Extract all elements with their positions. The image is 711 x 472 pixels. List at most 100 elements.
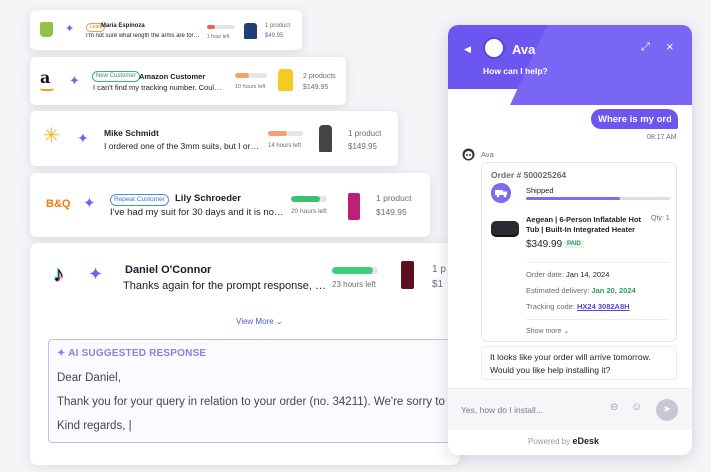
sparkle-icon: ✦ — [88, 264, 104, 284]
sla-bar — [268, 131, 303, 136]
walmart-logo-icon: ✳ — [43, 125, 60, 147]
customer-tag: New Customer — [92, 71, 140, 82]
product-qty: Qty: 1 — [651, 215, 670, 222]
ticket-card-amazon[interactable]: a ✦ New Customer Amazon Customer I can't… — [30, 57, 346, 105]
sla-bar-fill — [332, 267, 374, 274]
customer-name: Amazon Customer — [139, 72, 206, 81]
chevron-down-icon: ⌄ — [275, 317, 283, 326]
order-number: Order # 500025264 — [491, 170, 567, 180]
chat-input-bar: Yes, how do I install... ⊖ ☺ ➤ — [448, 388, 692, 430]
product-count: 1 product — [376, 193, 412, 203]
bq-logo-icon: B&Q — [46, 198, 71, 210]
amazon-logo-icon: a — [40, 68, 51, 87]
chat-input[interactable]: Yes, how do I install... — [461, 405, 543, 415]
customer-tag: Repeat Customer — [110, 194, 169, 206]
order-date-label: Order date: — [526, 270, 564, 279]
ticket-card-maria[interactable]: ✦ Lead Maria Espinoza I'm not sure what … — [30, 10, 302, 50]
sla-bar — [207, 25, 235, 29]
ticket-preview: I ordered one of the 3mm suits, but I or… — [104, 141, 262, 151]
customer-name: Mike Schmidt — [104, 128, 159, 138]
ticket-preview: I've had my suit for 30 days and it is n… — [110, 207, 285, 218]
paid-badge: PAID — [564, 240, 584, 248]
back-icon[interactable]: ◀ — [464, 44, 471, 55]
order-status: Shipped — [526, 186, 554, 195]
send-icon: ➤ — [662, 404, 672, 415]
edesk-logo: eDesk — [572, 436, 600, 446]
tracking-link[interactable]: HX24 3082A8H — [577, 302, 630, 311]
sla-bar — [332, 267, 378, 274]
ticket-card-daniel[interactable]: ♪ ✦ Daniel O'Connor Thanks again for the… — [30, 243, 460, 309]
sla-bar — [235, 73, 267, 78]
wetsuit-product-icon — [319, 125, 332, 152]
sla-bar-fill — [235, 73, 250, 78]
sparkle-icon: ✦ — [65, 23, 75, 35]
divider — [526, 262, 670, 263]
powered-by: Powered by eDesk — [528, 436, 599, 446]
bot-message: It looks like your order will arrive tom… — [481, 346, 677, 380]
product-count: 1 p — [432, 264, 446, 275]
product-name: Aegean | 6-Person Inflatable Hot Tub | B… — [526, 215, 642, 234]
expand-icon[interactable]: ⤢ — [641, 41, 650, 54]
sparkle-icon: ✦ — [83, 195, 96, 212]
shopify-logo-icon — [40, 22, 53, 37]
chat-subtitle: How can I help? — [483, 66, 548, 76]
chat-header: ◀ Ava How can I help? ⤢ × — [448, 25, 692, 105]
tracking-row: Tracking code: HX24 3082A8H — [526, 302, 630, 311]
user-message: Where is my order? — [591, 109, 678, 129]
header-decoration — [510, 25, 692, 105]
sla-bar-fill — [291, 196, 320, 202]
emoji-icon[interactable]: ☺ — [631, 401, 642, 413]
view-more-label: View More — [236, 317, 274, 326]
ticket-price: $1 — [432, 279, 444, 290]
show-more-button[interactable]: Show more ⌄ — [526, 327, 569, 335]
chevron-down-icon: ⌄ — [563, 328, 570, 335]
message-time: 08:17 AM — [647, 134, 677, 141]
ai-body: Thank you for your query in relation to … — [57, 396, 468, 408]
customer-name: Daniel O'Connor — [125, 264, 212, 276]
show-more-label: Show more — [526, 328, 562, 335]
ai-heading: ✦ AI SUGGESTED RESPONSE — [57, 348, 206, 359]
sla-hours: 10 hours left — [235, 84, 266, 90]
chat-widget: ◀ Ava How can I help? ⤢ × Where is my or… — [448, 25, 692, 455]
shipping-progress — [526, 197, 670, 200]
sparkle-icon: ✦ — [69, 73, 80, 88]
jacket-product-icon — [244, 23, 257, 39]
chat-title: Ava — [512, 42, 536, 57]
attachment-icon[interactable]: ⊖ — [610, 402, 618, 413]
trousers-product-icon — [348, 193, 360, 220]
view-more-link[interactable]: View More ⌄ — [236, 317, 283, 326]
sla-bar-fill — [268, 131, 288, 136]
hot-tub-product-icon — [491, 221, 519, 235]
ai-heading-label: AI SUGGESTED RESPONSE — [68, 348, 207, 359]
amazon-smile-icon — [40, 88, 54, 91]
sla-bar — [291, 196, 327, 202]
ticket-detail-panel: ♪ ✦ Daniel O'Connor Thanks again for the… — [30, 243, 478, 465]
jacket-product-icon — [278, 69, 293, 91]
close-icon[interactable]: × — [666, 39, 674, 54]
powered-by-label: Powered by — [528, 437, 571, 446]
ticket-card-mike[interactable]: ✳ ✦ Mike Schmidt I ordered one of the 3m… — [30, 111, 398, 166]
ticket-card-lily[interactable]: B&Q ✦ Repeat Customer Lily Schroeder I'v… — [30, 173, 430, 237]
tracking-label: Tracking code: — [526, 302, 575, 311]
ai-greeting: Dear Daniel, — [57, 372, 121, 384]
ticket-preview: I'm not sure what length the arms are fo… — [86, 33, 201, 39]
bot-label: Ava — [481, 150, 494, 159]
shipping-progress-fill — [526, 197, 620, 200]
product-count: 1 product — [348, 129, 382, 138]
order-date-value: Jan 14, 2024 — [566, 270, 610, 279]
delivery-value: Jan 20, 2024 — [591, 286, 636, 295]
stage: ✦ Lead Maria Espinoza I'm not sure what … — [0, 0, 711, 472]
tiktok-logo-icon: ♪ — [53, 261, 64, 286]
customer-name: Lily Schroeder — [175, 193, 241, 204]
ai-closing: Kind regards, | — [57, 420, 132, 432]
delivery-row: Estimated delivery: Jan 20, 2024 — [526, 286, 636, 295]
product-price: $349.99 — [526, 239, 563, 250]
ticket-price: $149.95 — [303, 84, 329, 91]
send-button[interactable]: ➤ — [656, 399, 678, 421]
order-date-row: Order date: Jan 14, 2024 — [526, 270, 609, 279]
product-count: 2 products — [303, 73, 336, 80]
sparkle-icon: ✦ — [57, 348, 69, 359]
trousers-product-icon — [401, 261, 414, 289]
ai-response-box[interactable]: ✦ AI SUGGESTED RESPONSE Dear Daniel, Tha… — [48, 339, 478, 443]
customer-name: Maria Espinoza — [101, 23, 145, 29]
